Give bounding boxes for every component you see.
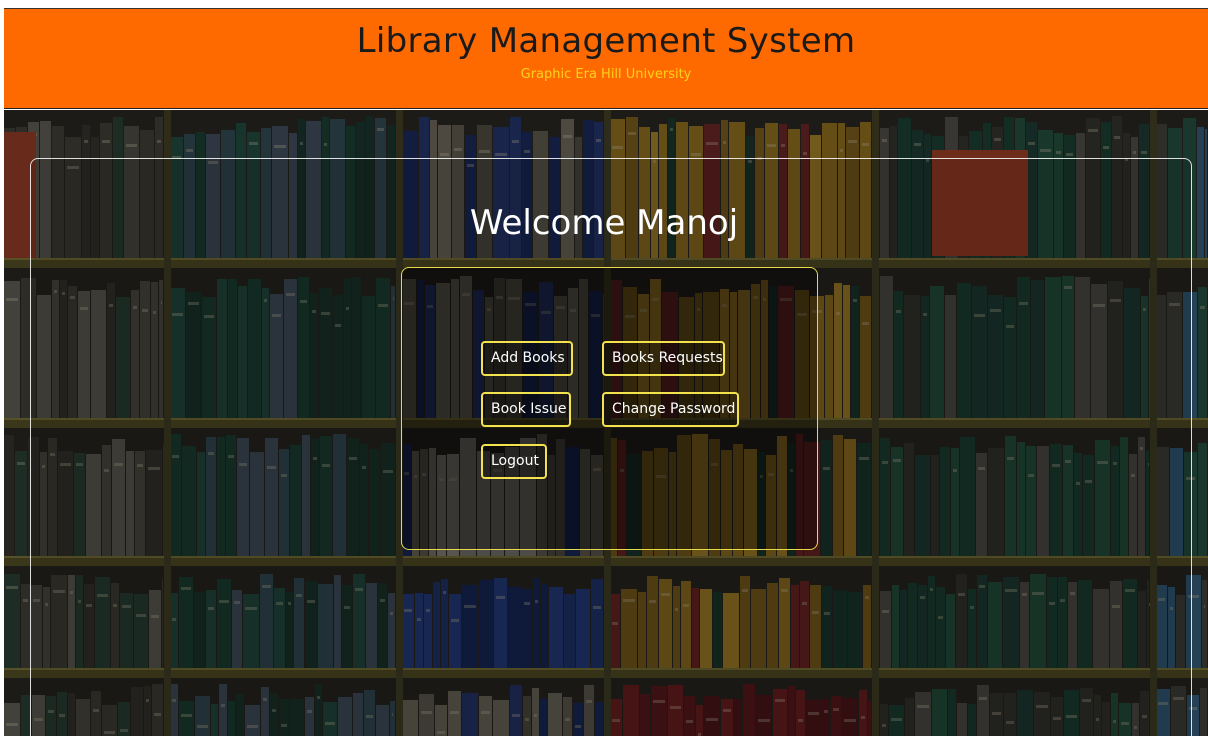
page: Library Management System Graphic Era Hi… [0,0,1208,736]
change-password-button[interactable]: Change Password [602,392,739,427]
book-issue-button[interactable]: Book Issue [481,392,571,427]
site-header: Library Management System Graphic Era Hi… [4,8,1208,109]
books-requests-button[interactable]: Books Requests [602,341,725,376]
site-subtitle: Graphic Era Hill University [520,67,692,82]
site-title: Library Management System [356,21,856,61]
add-books-button[interactable]: Add Books [481,341,573,376]
logout-button[interactable]: Logout [481,444,547,479]
welcome-heading: Welcome Manoj [469,203,739,243]
